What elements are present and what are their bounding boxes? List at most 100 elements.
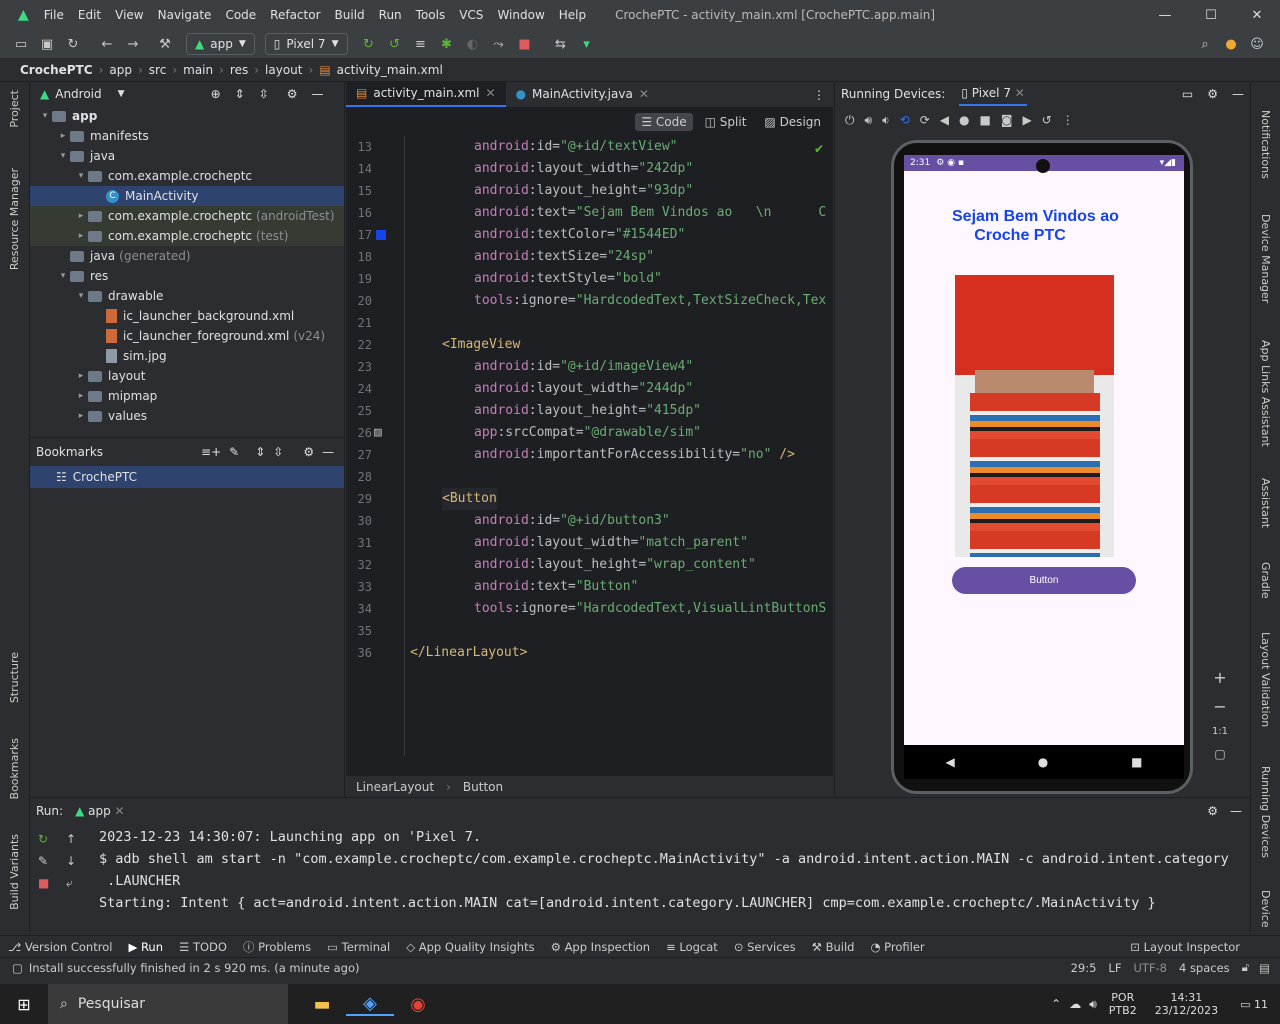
hammer-icon[interactable]: ⚒ [154, 33, 176, 55]
layout-validation-tool-tab[interactable]: Layout Validation [1259, 632, 1272, 727]
stop-icon[interactable]: ■ [38, 876, 60, 891]
down-icon[interactable]: ↓ [66, 854, 88, 868]
tool-tab-app-inspection[interactable]: ⚙ App Inspection [543, 940, 659, 954]
menu-item-help[interactable]: Help [552, 8, 593, 22]
breadcrumb-item[interactable]: res [230, 63, 248, 77]
gear-icon[interactable]: ⚙ [1207, 87, 1218, 101]
tab-main-activity[interactable]: ● MainActivity.java ✕ [506, 81, 659, 107]
tree-arrow-icon[interactable]: ▾ [38, 111, 52, 121]
tree-item[interactable]: ic_launcher_background.xml [30, 306, 344, 326]
menu-item-window[interactable]: Window [490, 8, 551, 22]
tree-arrow-icon[interactable]: ▸ [74, 211, 88, 221]
tree-arrow-icon[interactable]: ▸ [74, 391, 88, 401]
bookmarks-tool-tab[interactable]: Bookmarks [8, 738, 21, 799]
tree-item[interactable]: ic_launcher_foreground.xml (v24) [30, 326, 344, 346]
tree-item[interactable]: ▾ java [30, 146, 344, 166]
mode-code[interactable]: ☰ Code [635, 113, 693, 131]
menu-item-build[interactable]: Build [328, 8, 372, 22]
tree-item[interactable]: java (generated) [30, 246, 344, 266]
home-icon[interactable]: ● [959, 113, 969, 127]
save-icon[interactable]: ▣ [36, 33, 58, 55]
back-icon[interactable]: ◀ [940, 113, 949, 127]
profile-icon[interactable]: ◐ [462, 33, 484, 55]
tool-tab-todo[interactable]: ☰ TODO [171, 940, 235, 954]
lock-icon[interactable]: 🔓︎ [1236, 960, 1255, 975]
editor-crumb[interactable]: Button [463, 780, 503, 794]
tree-item[interactable]: ▾ res [30, 266, 344, 286]
zoom-actual-label[interactable]: 1:1 [1212, 726, 1228, 737]
gradle-tool-tab[interactable]: Gradle [1259, 562, 1272, 599]
tree-item[interactable]: sim.jpg [30, 346, 344, 366]
rotate-right-icon[interactable]: ⟳ [920, 113, 930, 127]
mode-design[interactable]: ▨ Design [758, 113, 827, 131]
tree-arrow-icon[interactable]: ▾ [74, 291, 88, 301]
phone-screen[interactable]: 2:31 ⚙ ◉ ▪ ▾◢▮ Sejam Bem Vindos ao Croch… [904, 155, 1184, 745]
camera-icon[interactable]: ◙ [1001, 113, 1013, 127]
running-devices-tool-tab[interactable]: Running Devices [1259, 766, 1272, 858]
notification-badge[interactable]: ▭ 11 [1228, 998, 1280, 1011]
menu-item-run[interactable]: Run [372, 8, 409, 22]
app-links-tool-tab[interactable]: App Links Assistant [1259, 340, 1272, 447]
hide-icon[interactable]: — [1232, 87, 1244, 101]
editor-crumb[interactable]: LinearLayout [356, 780, 434, 794]
locate-icon[interactable]: ⊕ [211, 87, 221, 101]
project-tool-tab[interactable]: Project [8, 90, 21, 128]
rerun-icon[interactable]: ↻ [358, 33, 380, 55]
debug-icon[interactable]: ✱ [436, 33, 458, 55]
tree-item[interactable]: ▸ manifests [30, 126, 344, 146]
fit-screen-icon[interactable]: ▢ [1214, 747, 1225, 761]
mode-split[interactable]: ◫ Split [699, 113, 753, 131]
tree-arrow-icon[interactable]: ▸ [56, 131, 70, 141]
file-explorer-icon[interactable]: ▬ [298, 994, 346, 1015]
device-tab[interactable]: ▯ Pixel 7 ✕ [959, 82, 1027, 106]
gear-icon[interactable]: ⚙ [303, 445, 314, 459]
tool-tab-run[interactable]: ▶ Run [120, 940, 171, 954]
power-icon[interactable]: ⏻ [845, 113, 855, 128]
home-icon[interactable]: ● [1038, 755, 1048, 769]
structure-tool-tab[interactable]: Structure [8, 652, 21, 703]
breadcrumb-item[interactable]: main [183, 63, 213, 77]
hide-icon[interactable]: — [312, 87, 324, 101]
resource-manager-tool-tab[interactable]: Resource Manager [8, 168, 21, 270]
tree-arrow-icon[interactable]: ▾ [56, 271, 70, 281]
back-icon[interactable]: ← [96, 33, 118, 55]
breadcrumb-item[interactable]: layout [265, 63, 302, 77]
tree-item[interactable]: ▾ com.example.crocheptc [30, 166, 344, 186]
breadcrumb-item[interactable]: CrochePTC [20, 63, 93, 77]
chrome-icon[interactable]: ◉ [394, 994, 442, 1015]
tool-tab-build[interactable]: ⚒ Build [804, 940, 863, 954]
rerun-icon[interactable]: ↻ [38, 832, 60, 846]
caret-position[interactable]: 29:5 [1065, 961, 1103, 975]
tool-tab-profiler[interactable]: ◔ Profiler [862, 940, 932, 954]
bookmark-item[interactable]: ☷ CrochePTC [30, 466, 344, 488]
project-view-select[interactable]: Android [55, 87, 101, 101]
maximize-button[interactable]: ☐ [1188, 0, 1234, 30]
device-manager-tool-tab[interactable]: Device Manager [1259, 214, 1272, 303]
layout-icon[interactable]: ▢ [0, 961, 29, 975]
breadcrumb-item[interactable]: activity_main.xml [337, 63, 443, 77]
taskbar-search[interactable]: ⌕ Pesquisar [48, 984, 288, 1024]
sync-icon[interactable]: ↻ [62, 33, 84, 55]
tree-item[interactable]: ▸ mipmap [30, 386, 344, 406]
video-icon[interactable]: ▶ [1022, 113, 1031, 127]
build-variants-tool-tab[interactable]: Build Variants [8, 834, 21, 910]
menu-item-vcs[interactable]: VCS [452, 8, 490, 22]
wrap-icon[interactable]: ⤶ [66, 876, 88, 891]
up-icon[interactable]: ↑ [66, 832, 88, 846]
device-select[interactable]: ▯ Pixel 7 ▼ [264, 33, 348, 55]
tool-tab-logcat[interactable]: ≡ Logcat [658, 940, 726, 954]
chevron-down-icon[interactable]: ▼ [118, 89, 125, 99]
back-icon[interactable]: ◀ [945, 755, 954, 769]
close-icon[interactable]: ✕ [1015, 86, 1025, 100]
breadcrumb-item[interactable]: app [109, 63, 132, 77]
close-icon[interactable]: ✕ [486, 86, 496, 100]
forward-icon[interactable]: → [122, 33, 144, 55]
app-button[interactable]: Button [952, 567, 1136, 594]
tab-activity-main[interactable]: ▤ activity_main.xml ✕ [346, 81, 506, 107]
run-console[interactable]: 2023-12-23 14:30:07: Launching app on 'P… [99, 826, 1239, 934]
device-tool-tab[interactable]: Device [1259, 890, 1272, 928]
add-icon[interactable]: ≡+ [201, 445, 221, 459]
speaker-icon[interactable]: 🔊︎ [1085, 997, 1101, 1012]
edit-icon[interactable]: ✎ [229, 445, 239, 459]
overview-icon[interactable]: ■ [979, 113, 990, 127]
